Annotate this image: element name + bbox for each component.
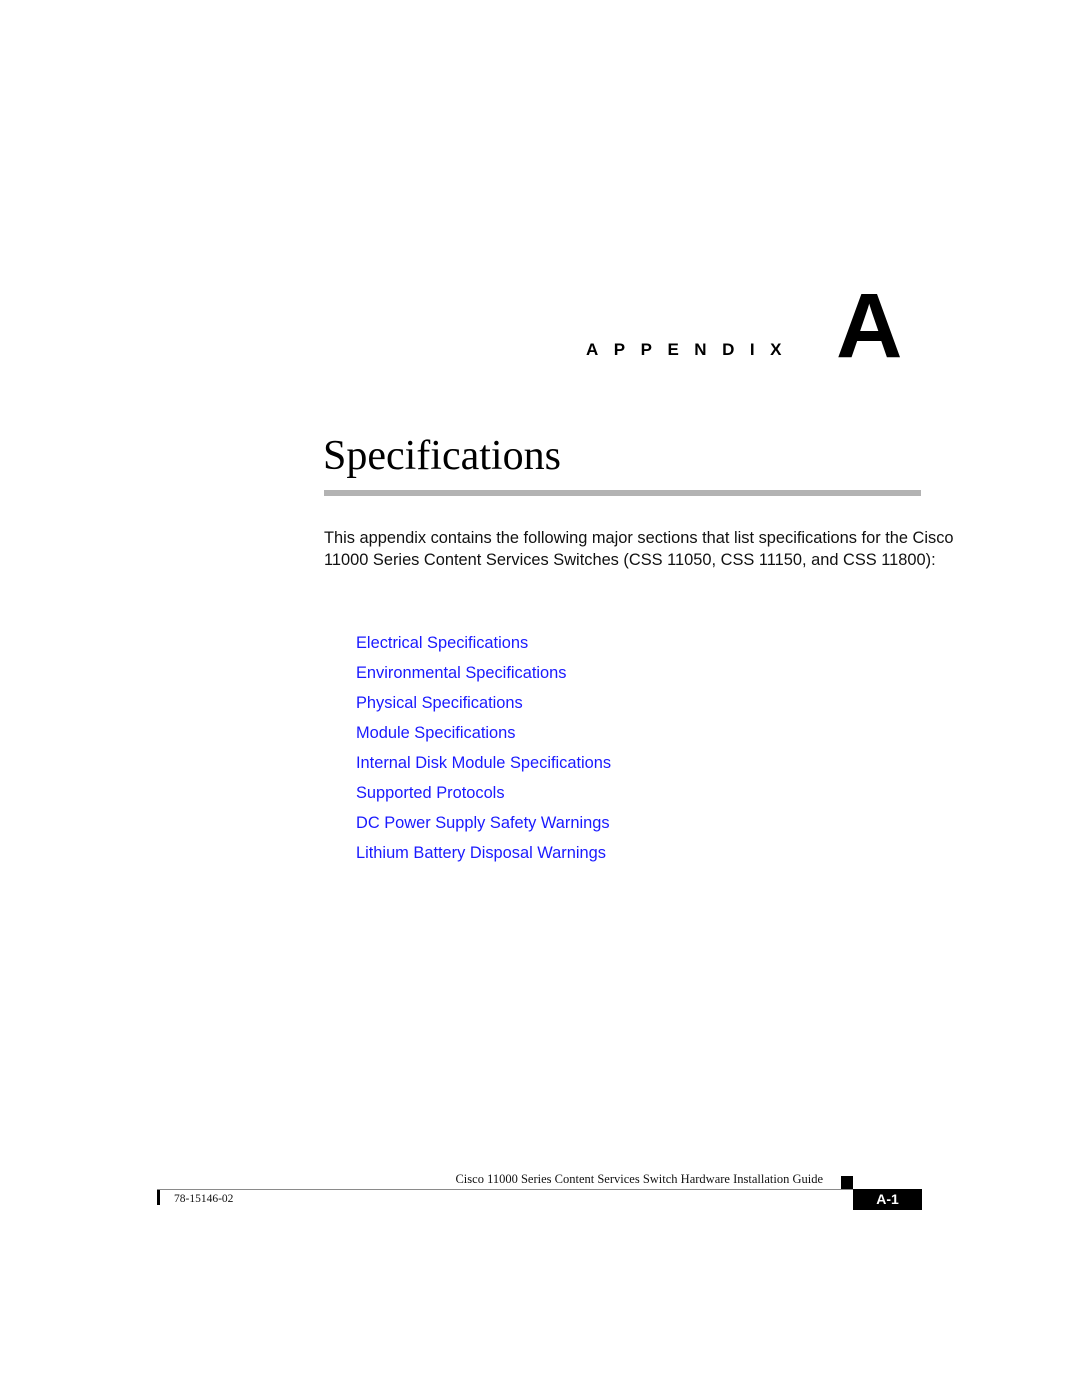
link-environmental-specifications[interactable]: Environmental Specifications — [356, 658, 611, 688]
link-lithium-battery-disposal-warnings[interactable]: Lithium Battery Disposal Warnings — [356, 838, 611, 868]
link-electrical-specifications[interactable]: Electrical Specifications — [356, 628, 611, 658]
page-number-box: A-1 — [853, 1189, 922, 1210]
title-rule — [324, 490, 921, 496]
footer-rule — [157, 1189, 855, 1190]
link-module-specifications[interactable]: Module Specifications — [356, 718, 611, 748]
link-supported-protocols[interactable]: Supported Protocols — [356, 778, 611, 808]
link-physical-specifications[interactable]: Physical Specifications — [356, 688, 611, 718]
section-links: Electrical Specifications Environmental … — [356, 628, 611, 868]
link-dc-power-supply-safety-warnings[interactable]: DC Power Supply Safety Warnings — [356, 808, 611, 838]
appendix-label: APPENDIX — [586, 340, 797, 359]
footer-doc-number: 78-15146-02 — [174, 1193, 234, 1205]
footer-bar-mark — [157, 1190, 160, 1205]
footer-square-mark — [841, 1176, 853, 1189]
link-internal-disk-module-specifications[interactable]: Internal Disk Module Specifications — [356, 748, 611, 778]
appendix-letter: A — [836, 275, 903, 377]
intro-paragraph: This appendix contains the following maj… — [324, 529, 954, 569]
footer-guide-title: Cisco 11000 Series Content Services Swit… — [455, 1172, 823, 1186]
page-title: Specifications — [323, 433, 561, 479]
